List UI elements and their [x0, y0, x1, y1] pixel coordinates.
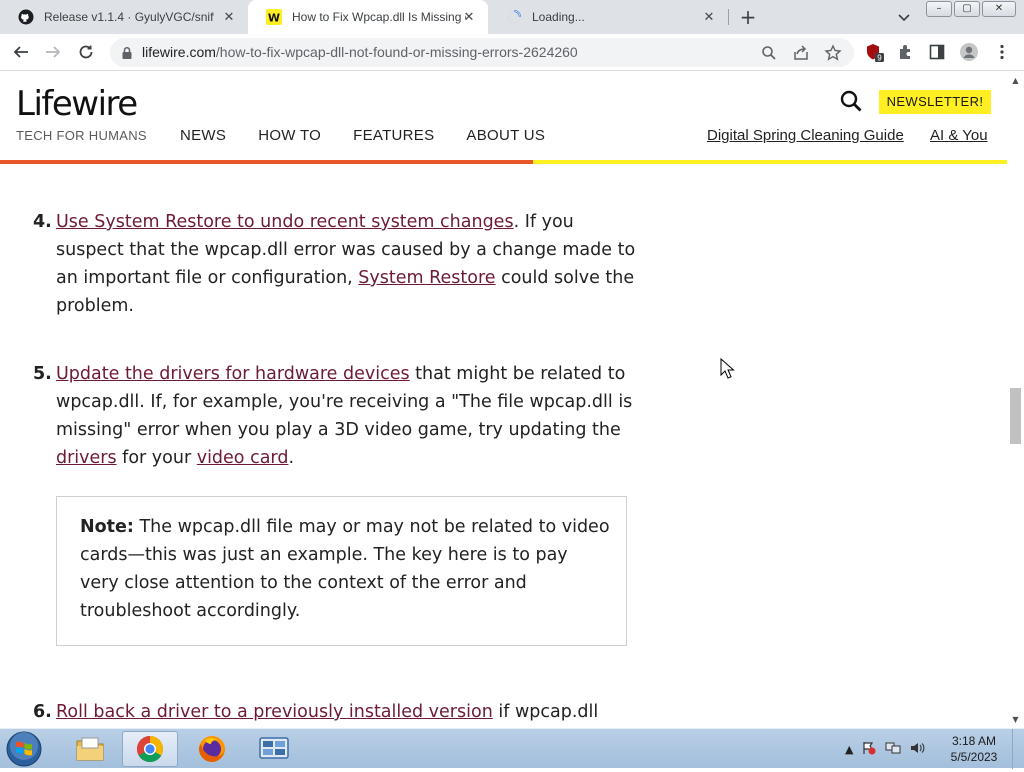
system-restore-link[interactable]: System Restore [358, 268, 495, 288]
taskbar-clock[interactable]: 3:18 AM 5/5/2023 [942, 733, 1006, 765]
start-button-icon[interactable] [4, 730, 44, 768]
system-restore-undo-link[interactable]: Use System Restore to undo recent system… [56, 212, 514, 232]
header-rule-yellow [533, 160, 1007, 164]
nav-news[interactable]: NEWS [180, 127, 226, 144]
svg-text:W: W [268, 12, 280, 25]
close-window-button[interactable]: ✕ [982, 1, 1016, 17]
tab-title: Loading... [532, 10, 585, 24]
window-controls: – ▢ ✕ [926, 1, 1016, 17]
header-rule-orange [0, 160, 533, 164]
promo-link-ai-and-you[interactable]: AI & You [930, 127, 988, 144]
nav-about-us[interactable]: ABOUT US [466, 127, 545, 144]
drivers-link[interactable]: drivers [56, 448, 117, 468]
nav-how-to[interactable]: HOW TO [258, 127, 321, 144]
note-box: Note: The wpcap.dll file may or may not … [56, 496, 627, 646]
list-item: 6. Roll back a driver to a previously in… [33, 698, 633, 728]
site-search-icon[interactable] [839, 89, 863, 113]
web-page-viewport: Lifewire TECH FOR HUMANS NEWS HOW TO FEA… [0, 72, 1007, 728]
tab-loading[interactable]: Loading... ✕ [488, 0, 728, 34]
url-domain: lifewire.com [142, 44, 216, 60]
scrollbar-thumb[interactable] [1010, 388, 1021, 444]
tab-separator [728, 9, 729, 25]
video-card-link[interactable]: video card [197, 448, 289, 468]
list-item: 5. Update the drivers for hardware devic… [33, 360, 633, 480]
show-desktop-button[interactable] [1012, 729, 1024, 769]
list-item-text: Update the drivers for hardware devices … [56, 360, 636, 472]
page-scrollbar[interactable]: ▲ ▼ [1007, 72, 1024, 728]
profile-avatar-icon[interactable] [959, 42, 979, 62]
forward-arrow-icon[interactable] [43, 42, 63, 62]
tray-expand-arrow-icon[interactable]: ▲ [845, 743, 853, 756]
github-icon [18, 9, 34, 25]
nav-features[interactable]: FEATURES [353, 127, 434, 144]
tab-lifewire-article[interactable]: W How to Fix Wpcap.dll Is Missing or ✕ [248, 0, 488, 34]
scroll-down-arrow-icon[interactable]: ▼ [1011, 715, 1020, 724]
zoom-search-icon[interactable] [760, 44, 778, 62]
roll-back-driver-link[interactable]: Roll back a driver to a previously insta… [56, 702, 493, 722]
note-text: Note: The wpcap.dll file may or may not … [80, 513, 610, 625]
extension-badge: 9 [877, 54, 882, 63]
main-nav: NEWS HOW TO FEATURES ABOUT US [180, 127, 545, 144]
close-tab-icon[interactable]: ✕ [222, 10, 236, 24]
close-tab-icon[interactable]: ✕ [702, 10, 716, 24]
scroll-up-arrow-icon[interactable]: ▲ [1011, 76, 1020, 85]
lifewire-logo[interactable]: Lifewire [16, 84, 138, 124]
close-tab-icon[interactable]: ✕ [462, 10, 476, 24]
tab-strip: Release v1.1.4 · GyulyVGC/sniffnet ✕ W H… [0, 0, 1024, 34]
loading-spinner-icon [506, 9, 522, 25]
maximize-button[interactable]: ▢ [954, 1, 980, 17]
network-icon[interactable] [885, 741, 901, 758]
list-item-text: Roll back a driver to a previously insta… [56, 698, 636, 726]
site-tagline: TECH FOR HUMANS [16, 128, 147, 143]
tab-search-chevron-icon[interactable] [896, 9, 912, 25]
lock-icon[interactable] [120, 45, 134, 59]
note-body: The wpcap.dll file may or may not be rel… [80, 517, 610, 621]
list-number: 4. [33, 212, 52, 232]
control-panel-icon[interactable] [246, 731, 302, 767]
promo-link-spring-cleaning[interactable]: Digital Spring Cleaning Guide [707, 127, 904, 144]
clock-date: 5/5/2023 [950, 750, 998, 764]
tab-title: Release v1.1.4 · GyulyVGC/sniffnet [44, 10, 214, 24]
volume-icon[interactable] [910, 741, 926, 758]
site-header: Lifewire TECH FOR HUMANS NEWS HOW TO FEA… [0, 72, 1007, 164]
reload-icon[interactable] [76, 42, 96, 62]
side-panel-icon[interactable] [927, 42, 947, 62]
update-drivers-link[interactable]: Update the drivers for hardware devices [56, 364, 410, 384]
newsletter-button[interactable]: NEWSLETTER! [879, 90, 991, 114]
chrome-icon[interactable] [122, 731, 178, 767]
list-item-text: Use System Restore to undo recent system… [56, 208, 636, 320]
extensions-puzzle-icon[interactable] [896, 42, 916, 62]
minimize-button[interactable]: – [926, 1, 952, 17]
browser-toolbar: lifewire.com/how-to-fix-wpcap-dll-not-fo… [0, 34, 1024, 71]
address-bar[interactable]: lifewire.com/how-to-fix-wpcap-dll-not-fo… [110, 38, 854, 67]
url-path: /how-to-fix-wpcap-dll-not-found-or-missi… [215, 44, 578, 60]
body-text: for your [116, 448, 197, 468]
mouse-cursor-icon [720, 357, 736, 380]
action-center-flag-icon[interactable] [862, 741, 876, 758]
url-text: lifewire.com/how-to-fix-wpcap-dll-not-fo… [142, 44, 578, 60]
windows-taskbar: ▲ 3:18 AM 5/5/2023 [0, 728, 1024, 769]
share-icon[interactable] [792, 44, 810, 62]
bookmark-star-icon[interactable] [824, 44, 842, 62]
list-item: 4. Use System Restore to undo recent sys… [33, 208, 636, 328]
firefox-icon[interactable] [184, 731, 240, 767]
list-number: 5. [33, 364, 52, 384]
list-number: 6. [33, 702, 52, 722]
shield-extension-icon[interactable]: 9 [864, 42, 884, 62]
back-arrow-icon[interactable] [11, 42, 31, 62]
clock-time: 3:18 AM [951, 734, 997, 748]
tab-github-release[interactable]: Release v1.1.4 · GyulyVGC/sniffnet ✕ [0, 0, 248, 34]
chrome-menu-icon[interactable] [992, 42, 1012, 62]
system-tray: ▲ [845, 741, 926, 758]
tab-title: How to Fix Wpcap.dll Is Missing or [292, 10, 466, 24]
lifewire-icon: W [266, 9, 282, 25]
note-label: Note: [80, 517, 134, 537]
file-explorer-icon[interactable] [62, 731, 118, 767]
body-text: if wpcap.dll [492, 702, 599, 722]
body-text: . [288, 448, 295, 468]
new-tab-icon[interactable]: + [738, 7, 758, 27]
